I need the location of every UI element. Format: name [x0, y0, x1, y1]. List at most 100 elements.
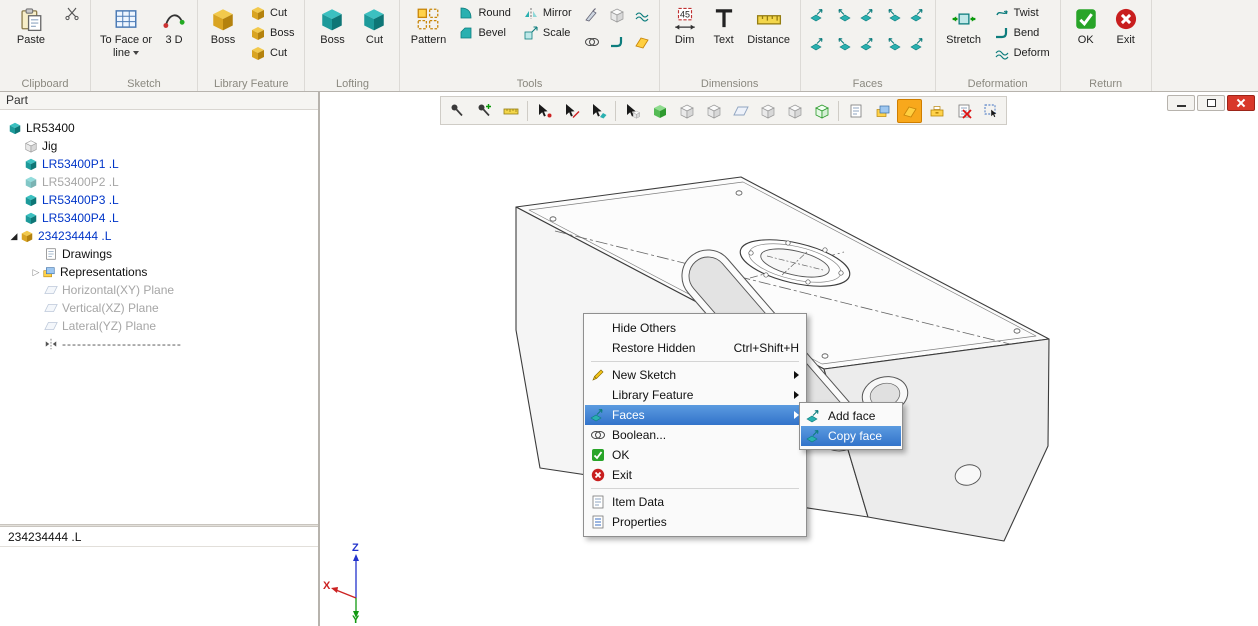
tree-item-drawings[interactable]: Drawings: [0, 245, 318, 263]
exit-button[interactable]: Exit: [1106, 3, 1146, 50]
menu-item-exit[interactable]: Exit: [585, 465, 805, 485]
delete-face-button[interactable]: [831, 32, 855, 56]
text-button[interactable]: Text: [705, 3, 743, 50]
box-display-button[interactable]: [755, 99, 780, 123]
ribbon: Paste Clipboard To Face or line 3 D Sket: [0, 0, 1258, 92]
menu-item-restore-hidden[interactable]: Restore Hidden Ctrl+Shift+H: [585, 338, 805, 358]
submenu-item-copy-face[interactable]: Copy face: [801, 426, 901, 446]
rib-button[interactable]: [605, 30, 629, 54]
rib-icon: [609, 34, 625, 50]
shell-button[interactable]: [605, 3, 629, 27]
layers-button[interactable]: [870, 99, 895, 123]
submenu-item-add-face[interactable]: Add face: [801, 406, 901, 426]
group-label-library-feature: Library Feature: [198, 78, 304, 90]
cut-button[interactable]: [59, 3, 85, 22]
bend-button[interactable]: Bend: [989, 23, 1055, 42]
merge-face-button[interactable]: [906, 32, 930, 56]
move-face-button[interactable]: [806, 3, 830, 27]
bevel-button[interactable]: Bevel: [453, 23, 515, 42]
tree-item-part3[interactable]: LR53400P3 .L: [0, 191, 318, 209]
menu-item-boolean[interactable]: Boolean...: [585, 425, 805, 445]
slice-button[interactable]: [580, 3, 604, 27]
menu-item-properties[interactable]: Properties: [585, 512, 805, 532]
delete-face-tool-button[interactable]: [951, 99, 976, 123]
stamp-button[interactable]: [630, 30, 654, 54]
expander-open-icon[interactable]: [8, 231, 20, 242]
tree-item-part1[interactable]: LR53400P1 .L: [0, 155, 318, 173]
tree-item-part4[interactable]: LR53400P4 .L: [0, 209, 318, 227]
to-face-or-line-button[interactable]: To Face or line: [96, 3, 156, 62]
plane-icon: [44, 283, 58, 297]
shell-display-button[interactable]: [782, 99, 807, 123]
offset-face-button[interactable]: [831, 3, 855, 27]
tree-item-horizontal-plane[interactable]: Horizontal(XY) Plane: [0, 281, 318, 299]
tree-item-representations[interactable]: Representations: [0, 263, 318, 281]
plane-display-button[interactable]: [728, 99, 753, 123]
menu-item-faces[interactable]: Faces: [585, 405, 805, 425]
tree-item-part2[interactable]: LR53400P2 .L: [0, 173, 318, 191]
library-boss-button[interactable]: Boss: [203, 3, 243, 50]
select-edge-button[interactable]: [559, 99, 584, 123]
thread-button[interactable]: [630, 3, 654, 27]
loft-boss-button[interactable]: Boss: [310, 3, 354, 50]
tree-item-section-marker[interactable]: ------------------------: [0, 335, 318, 353]
pushpin-button[interactable]: [444, 99, 469, 123]
export-drawer-button[interactable]: [924, 99, 949, 123]
wire-display-button[interactable]: [701, 99, 726, 123]
bottom-list-item[interactable]: 234234444 .L: [0, 527, 318, 547]
solid-mode-button[interactable]: [647, 99, 672, 123]
replace-face-button[interactable]: [856, 32, 880, 56]
library-cut-small-button[interactable]: Cut: [245, 43, 299, 62]
menu-item-ok[interactable]: OK: [585, 445, 805, 465]
part-icon: [24, 175, 38, 189]
menu-item-library-feature[interactable]: Library Feature: [585, 385, 805, 405]
library-boss-small-button[interactable]: Boss: [245, 23, 299, 42]
split-face-button[interactable]: [881, 32, 905, 56]
tree-item-active-part[interactable]: 234234444 .L: [0, 227, 318, 245]
facet-display-button[interactable]: [674, 99, 699, 123]
select-face-button[interactable]: [586, 99, 611, 123]
pushpin-add-button[interactable]: [471, 99, 496, 123]
library-cut-button[interactable]: Cut: [245, 3, 299, 22]
shaded-edges-button[interactable]: [809, 99, 834, 123]
distance-button[interactable]: Distance: [743, 3, 795, 50]
sketch-3d-button[interactable]: 3 D: [156, 3, 192, 50]
minimize-button[interactable]: [1167, 95, 1195, 111]
menu-item-new-sketch[interactable]: New Sketch: [585, 365, 805, 385]
copy-face-button[interactable]: [806, 32, 830, 56]
rotate-face-button[interactable]: [881, 3, 905, 27]
pattern-button[interactable]: Pattern: [405, 3, 451, 50]
fence-select-button[interactable]: [978, 99, 1003, 123]
menu-item-hide-others[interactable]: Hide Others: [585, 318, 805, 338]
twist-button[interactable]: Twist: [989, 3, 1055, 22]
paste-button[interactable]: Paste: [5, 3, 57, 50]
menu-item-item-data[interactable]: Item Data: [585, 492, 805, 512]
properties-icon: [590, 514, 606, 530]
dim-label: Dim: [675, 34, 695, 47]
loft-cut-button[interactable]: Cut: [354, 3, 394, 50]
emboss-button[interactable]: [580, 30, 604, 54]
mirror-button[interactable]: Mirror: [518, 3, 577, 22]
round-button[interactable]: Round: [453, 3, 515, 22]
close-button[interactable]: [1227, 95, 1255, 111]
select-feature-button[interactable]: [620, 99, 645, 123]
expander-closed-icon[interactable]: [30, 267, 42, 278]
dim-button[interactable]: 45 Dim: [665, 3, 705, 50]
tree-item-root[interactable]: LR53400: [0, 119, 318, 137]
distance-ruler-icon: [756, 6, 782, 32]
tree-item-jig[interactable]: Jig: [0, 137, 318, 155]
deform-button[interactable]: Deform: [989, 43, 1055, 62]
match-face-button[interactable]: [856, 3, 880, 27]
tree-item-lateral-plane[interactable]: Lateral(YZ) Plane: [0, 317, 318, 335]
extend-face-button[interactable]: [906, 3, 930, 27]
scale-button[interactable]: Scale: [518, 23, 577, 42]
measure-ruler-button[interactable]: [498, 99, 523, 123]
ok-button[interactable]: OK: [1066, 3, 1106, 50]
minimize-icon: [1177, 105, 1186, 107]
bom-sheet-button[interactable]: [843, 99, 868, 123]
select-vertex-button[interactable]: [532, 99, 557, 123]
tree-item-vertical-plane[interactable]: Vertical(XZ) Plane: [0, 299, 318, 317]
maximize-button[interactable]: [1197, 95, 1225, 111]
copy-face-tool-button[interactable]: [897, 99, 922, 123]
stretch-button[interactable]: Stretch: [941, 3, 987, 50]
